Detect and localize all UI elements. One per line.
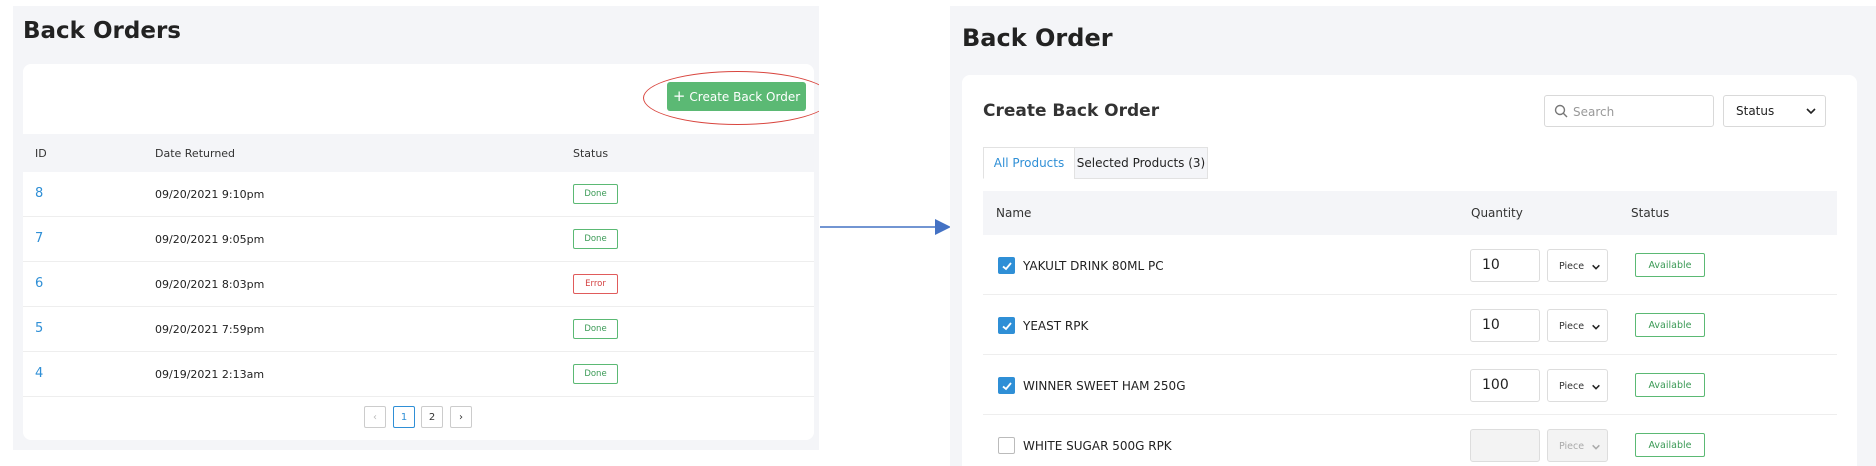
order-id-link[interactable]: 6 <box>35 276 43 291</box>
row-checkbox[interactable] <box>998 257 1015 274</box>
product-name: YAKULT DRINK 80ML PC <box>1023 259 1164 273</box>
date-returned: 09/20/2021 8:03pm <box>155 278 265 291</box>
plus-icon: + <box>672 87 686 105</box>
pagination-prev-button[interactable]: ‹ <box>364 406 386 428</box>
pagination-page-2[interactable]: 2 <box>421 406 443 428</box>
chevron-down-icon <box>1592 264 1600 270</box>
order-id-link[interactable]: 5 <box>35 321 43 336</box>
row-checkbox[interactable] <box>998 437 1015 454</box>
table-row: YEAST RPK 10 Piece Available <box>983 295 1837 355</box>
unit-select[interactable]: Piece <box>1547 249 1608 282</box>
status-badge: Done <box>573 364 618 384</box>
column-header-id[interactable]: ID <box>35 147 47 160</box>
checkmark-icon <box>1001 321 1012 330</box>
unit-select-value: Piece <box>1559 381 1585 392</box>
status-badge: Done <box>573 319 618 339</box>
tab-all-products[interactable]: All Products <box>983 147 1075 179</box>
status-badge: Error <box>573 274 618 294</box>
checkmark-icon <box>1001 261 1012 270</box>
product-name: WHITE SUGAR 500G RPK <box>1023 439 1172 453</box>
table-row: 6 09/20/2021 8:03pm Error <box>23 262 814 307</box>
pagination-next-button[interactable]: › <box>450 406 472 428</box>
create-back-order-button[interactable]: + Create Back Order <box>667 82 806 111</box>
date-returned: 09/20/2021 9:05pm <box>155 233 265 246</box>
back-orders-page: Back Orders + Create Back Order ID Date … <box>13 6 819 450</box>
status-badge: Done <box>573 184 618 204</box>
unit-select-value: Piece <box>1559 441 1585 452</box>
date-returned: 09/20/2021 9:10pm <box>155 188 265 201</box>
table-header: Name Quantity Status <box>983 191 1837 235</box>
back-order-page: Back Order Create Back Order Status All … <box>950 6 1876 466</box>
table-row: 7 09/20/2021 9:05pm Done <box>23 217 814 262</box>
row-checkbox[interactable] <box>998 317 1015 334</box>
status-select-value: Status <box>1736 104 1775 118</box>
chevron-down-icon <box>1806 108 1816 115</box>
unit-select-value: Piece <box>1559 321 1585 332</box>
column-header-date[interactable]: Date Returned <box>155 147 235 160</box>
column-header-quantity[interactable]: Quantity <box>1471 206 1523 220</box>
table-row: WHITE SUGAR 500G RPK Piece Available <box>983 415 1837 466</box>
create-back-order-card: Create Back Order Status All Products Se… <box>962 75 1857 466</box>
status-badge: Done <box>573 229 618 249</box>
quantity-input[interactable] <box>1470 429 1540 462</box>
unit-select[interactable]: Piece <box>1547 309 1608 342</box>
product-name: WINNER SWEET HAM 250G <box>1023 379 1186 393</box>
tab-selected-products[interactable]: Selected Products (3) <box>1074 147 1208 179</box>
column-header-name[interactable]: Name <box>996 206 1031 220</box>
table-row: YAKULT DRINK 80ML PC 10 Piece Available <box>983 235 1837 295</box>
status-badge: Available <box>1635 253 1705 277</box>
chevron-down-icon <box>1592 444 1600 450</box>
date-returned: 09/19/2021 2:13am <box>155 368 265 381</box>
search-field[interactable] <box>1544 95 1714 127</box>
order-id-link[interactable]: 4 <box>35 366 43 381</box>
order-id-link[interactable]: 8 <box>35 186 43 201</box>
pagination-page-1[interactable]: 1 <box>393 406 415 428</box>
chevron-down-icon <box>1592 324 1600 330</box>
quantity-input[interactable]: 100 <box>1470 369 1540 402</box>
table-row: 8 09/20/2021 9:10pm Done <box>23 172 814 217</box>
page-title: Back Orders <box>23 18 181 44</box>
unit-select[interactable]: Piece <box>1547 369 1608 402</box>
date-returned: 09/20/2021 7:59pm <box>155 323 265 336</box>
quantity-input[interactable]: 10 <box>1470 309 1540 342</box>
flow-arrow <box>820 219 951 235</box>
status-filter-select[interactable]: Status <box>1723 95 1826 127</box>
screenshot-stage: Back Orders + Create Back Order ID Date … <box>0 0 1876 466</box>
table-header: ID Date Returned Status <box>23 134 814 172</box>
row-checkbox[interactable] <box>998 377 1015 394</box>
order-id-link[interactable]: 7 <box>35 231 43 246</box>
back-orders-card: + Create Back Order ID Date Returned Sta… <box>23 64 819 440</box>
status-badge: Available <box>1635 313 1705 337</box>
checkmark-icon <box>1001 381 1012 390</box>
quantity-input[interactable]: 10 <box>1470 249 1540 282</box>
column-header-status[interactable]: Status <box>573 147 608 160</box>
product-name: YEAST RPK <box>1023 319 1089 333</box>
card-title: Create Back Order <box>983 101 1160 121</box>
page-title: Back Order <box>962 24 1113 52</box>
unit-select-value: Piece <box>1559 261 1585 272</box>
create-back-order-label: Create Back Order <box>689 89 801 104</box>
search-input[interactable] <box>1573 102 1708 122</box>
status-badge: Available <box>1635 373 1705 397</box>
chevron-down-icon <box>1592 384 1600 390</box>
table-row: 4 09/19/2021 2:13am Done <box>23 352 814 397</box>
table-row: WINNER SWEET HAM 250G 100 Piece Availabl… <box>983 355 1837 415</box>
search-icon <box>1554 104 1568 118</box>
table-row: 5 09/20/2021 7:59pm Done <box>23 307 814 352</box>
status-badge: Available <box>1635 433 1705 457</box>
column-header-status[interactable]: Status <box>1631 206 1669 220</box>
unit-select[interactable]: Piece <box>1547 429 1608 462</box>
